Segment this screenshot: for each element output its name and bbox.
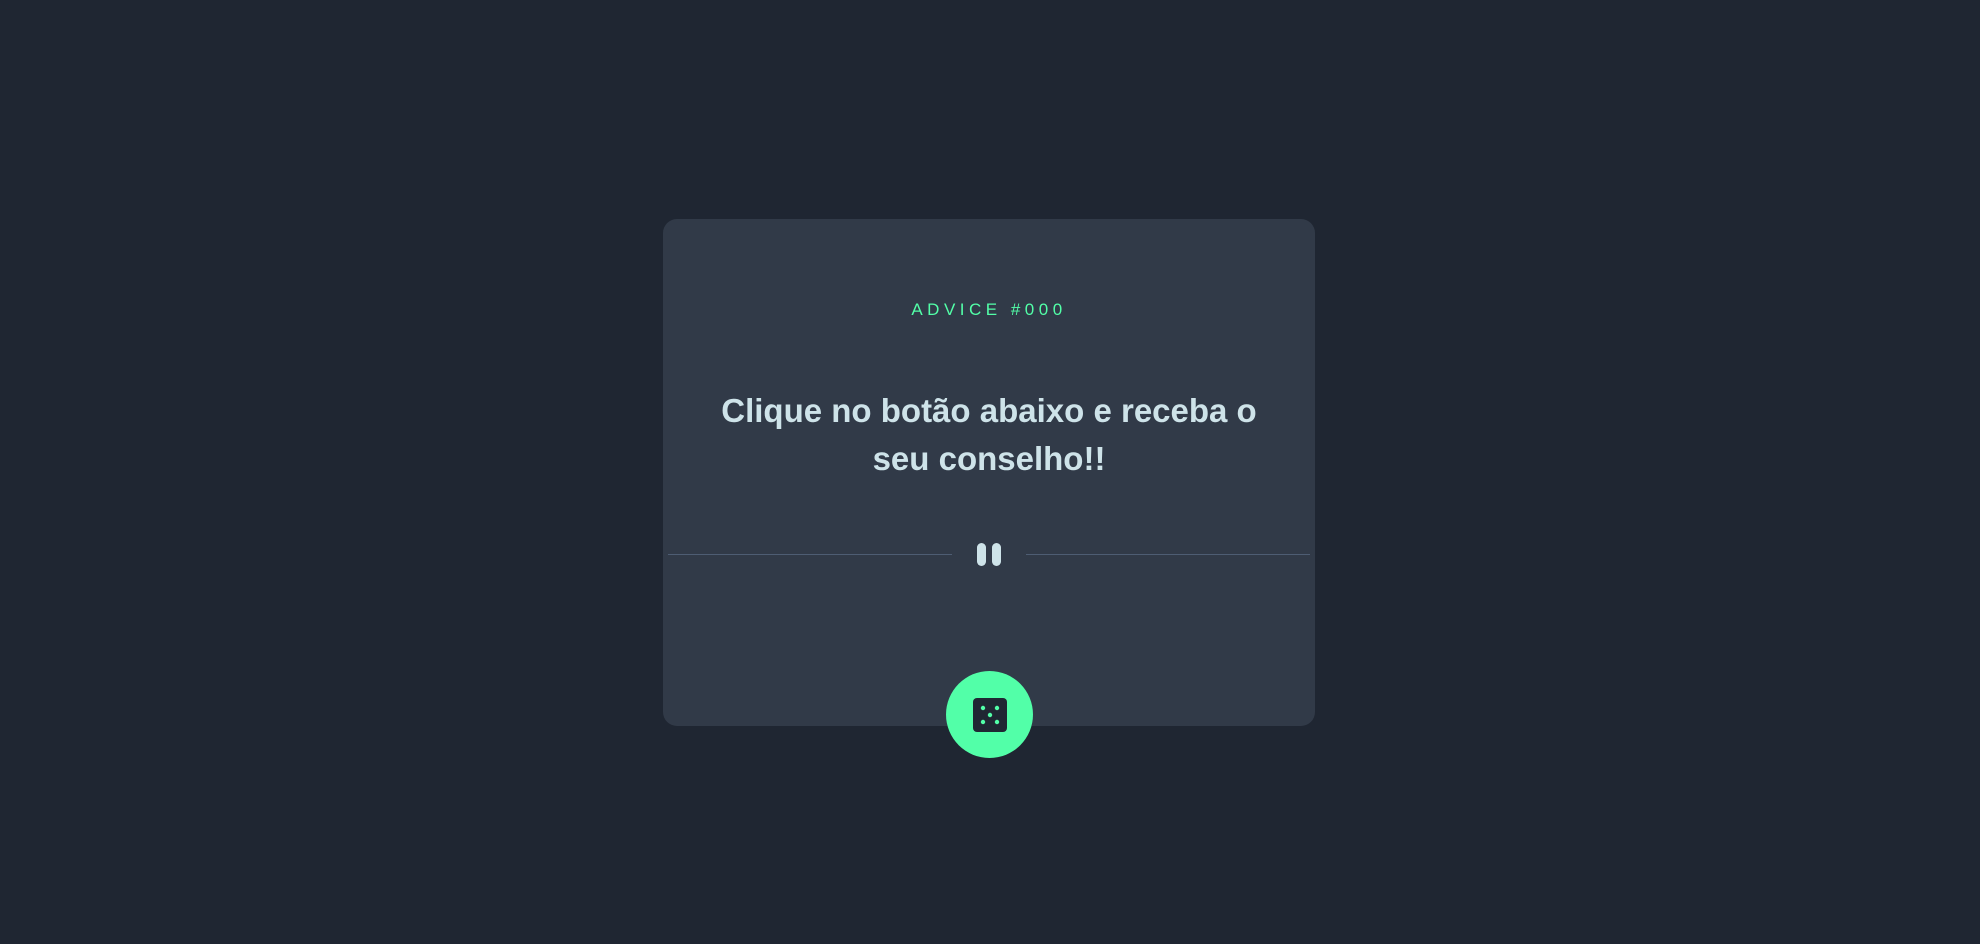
advice-quote: Clique no botão abaixo e receba o seu co… <box>721 392 1257 477</box>
page: ADVICE #000 Clique no botão abaixo e rec… <box>0 0 1980 944</box>
advice-card: ADVICE #000 Clique no botão abaixo e rec… <box>663 219 1315 726</box>
divider-line-right <box>1026 554 1310 555</box>
new-advice-button[interactable] <box>946 671 1033 758</box>
divider-line-left <box>668 554 952 555</box>
divider <box>668 543 1310 567</box>
dice-icon <box>972 697 1007 732</box>
advice-id: ADVICE #000 <box>911 300 1067 319</box>
pause-icon <box>974 543 1004 567</box>
